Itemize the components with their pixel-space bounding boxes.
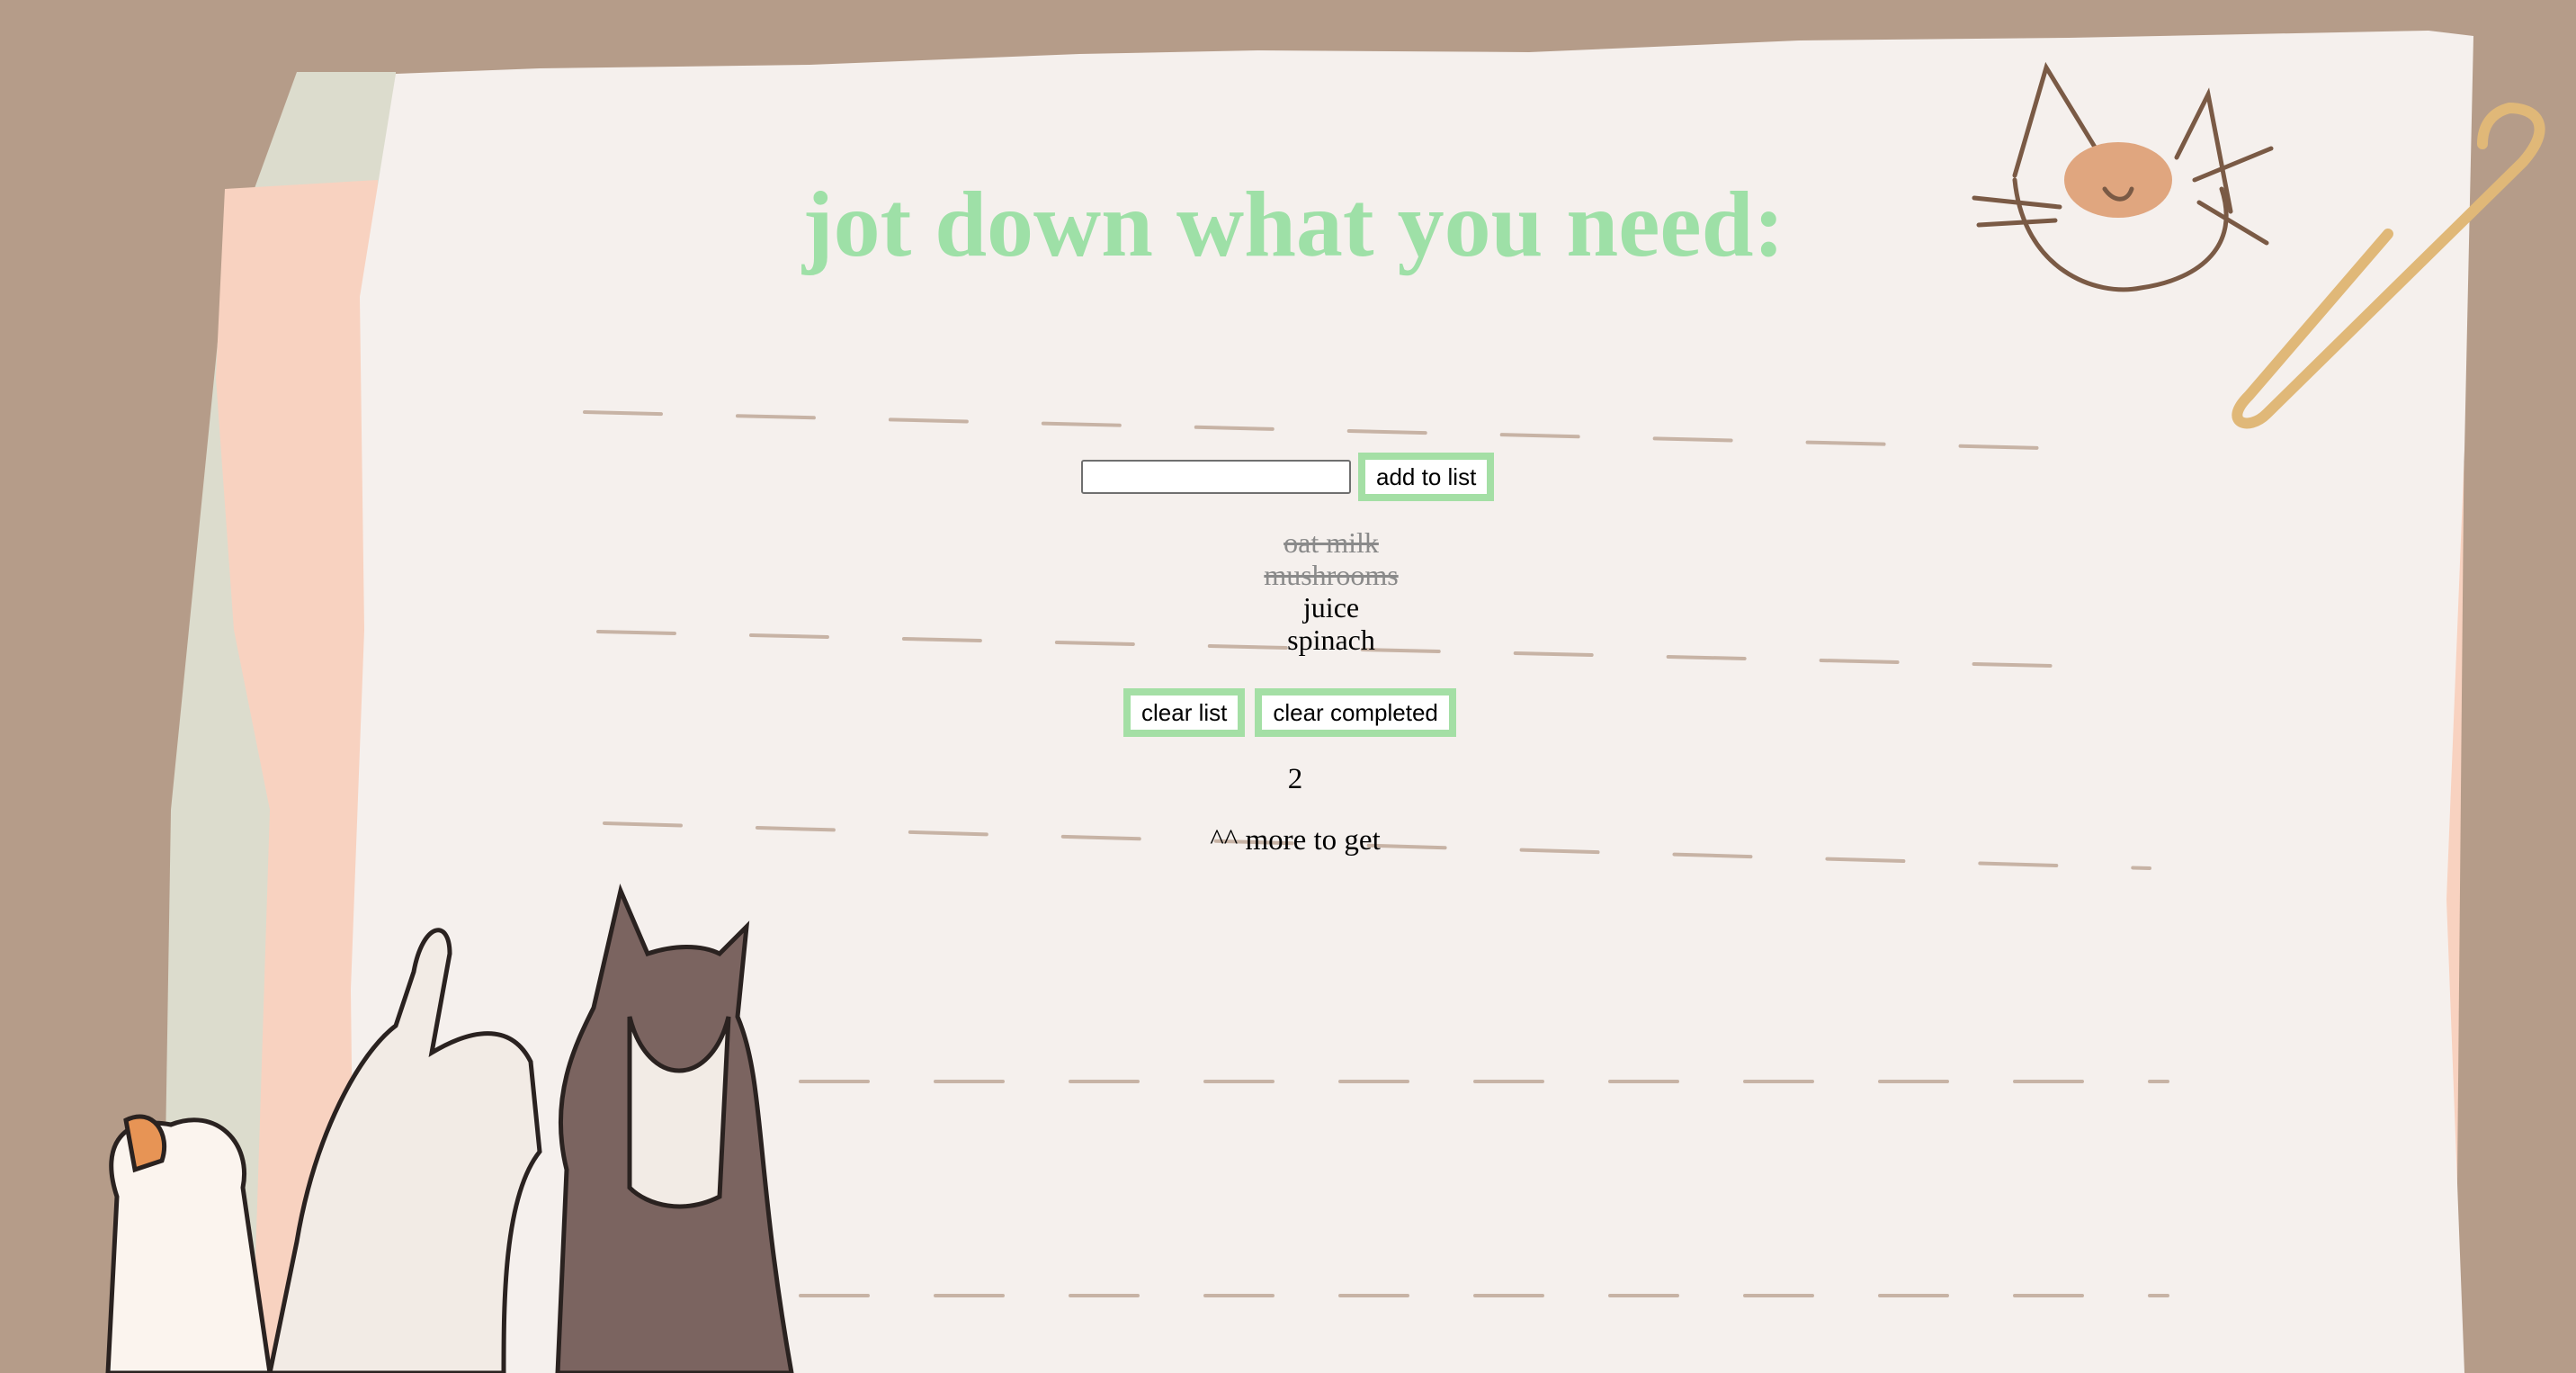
list-item[interactable]: juice [1151, 591, 1511, 624]
remaining-count: 2 [1287, 763, 1303, 795]
shopping-list: oat milk mushrooms juice spinach [1151, 526, 1511, 656]
add-to-list-button[interactable]: add to list [1358, 453, 1495, 501]
list-item[interactable]: spinach [1151, 624, 1511, 656]
remaining-caption: ^^ more to get [1210, 824, 1381, 857]
add-item-form: add to list [1081, 453, 1495, 501]
clear-completed-button[interactable]: clear completed [1255, 688, 1456, 737]
clear-list-button[interactable]: clear list [1123, 688, 1246, 737]
page-title: jot down what you need: [801, 173, 1785, 276]
item-input[interactable] [1081, 460, 1351, 494]
list-actions: clear list clear completed [1123, 688, 1456, 737]
list-item[interactable]: mushrooms [1151, 559, 1511, 591]
list-item[interactable]: oat milk [1151, 526, 1511, 559]
